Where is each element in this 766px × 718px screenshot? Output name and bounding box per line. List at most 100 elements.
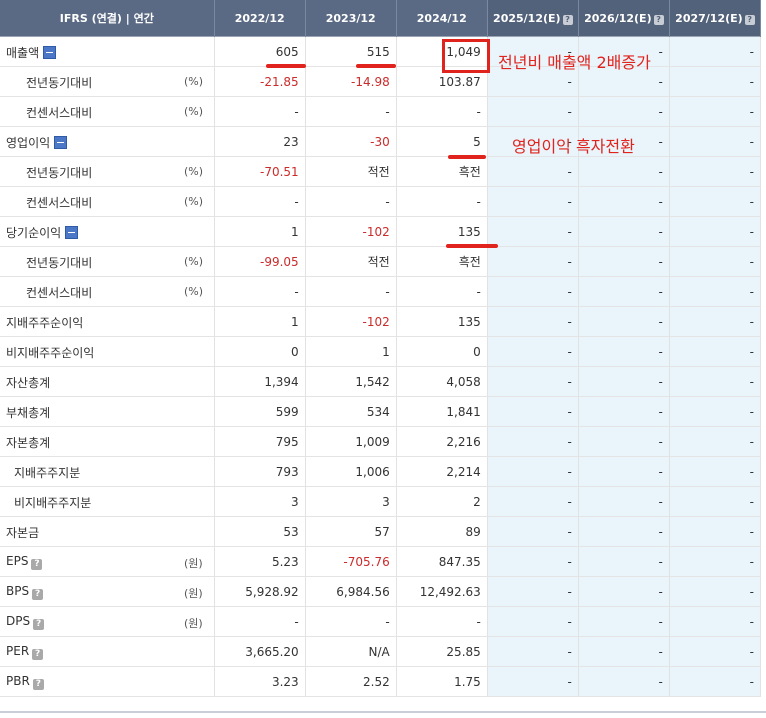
estimate-cell: - — [487, 276, 579, 307]
row-label-text: PER — [6, 644, 30, 658]
value-cell: 599 — [214, 396, 306, 427]
value-cell: 57 — [305, 516, 397, 547]
value-cell: - — [396, 606, 488, 637]
estimate-cell: - — [669, 546, 762, 577]
row-label-text: 컨센서스대비 — [26, 196, 93, 210]
table-row: 지배주주순이익 1 -102 135- - - — [0, 306, 762, 337]
value-cell: -21.85 — [214, 66, 306, 97]
collapse-toggle-icon[interactable] — [65, 226, 79, 239]
value-cell: 135 — [396, 216, 488, 247]
estimate-cell: - — [487, 96, 579, 127]
row-label: 컨센서스대비 — [26, 104, 92, 121]
estimate-cell: - — [669, 336, 762, 367]
question-icon[interactable]: ? — [32, 649, 44, 660]
value-cell: 3,665.20 — [214, 636, 306, 667]
estimate-cell: - — [669, 366, 762, 397]
row-label-text: 부채총계 — [6, 406, 51, 420]
row-unit: (원) — [184, 587, 203, 600]
collapse-toggle-icon[interactable] — [43, 46, 57, 59]
value-cell: 적전 — [305, 246, 397, 277]
value-cell: 적전 — [305, 156, 397, 187]
row-label-text: DPS — [6, 614, 31, 628]
estimate-cell: - — [578, 216, 670, 247]
row-label-cell: BPS? (원) — [0, 576, 215, 607]
row-label-text: 지배주주지분 — [14, 466, 81, 480]
table-row: 컨센서스대비 (%) - - - - - - — [0, 96, 762, 127]
question-icon[interactable]: ? — [653, 14, 664, 25]
table-row: 자본총계 795 1,009 2,216- - - — [0, 426, 762, 457]
collapse-toggle-icon[interactable] — [54, 136, 68, 149]
question-icon[interactable]: ? — [562, 14, 573, 25]
annotation-revenue-note: 전년비 매출액 2배증가 — [498, 53, 651, 72]
estimate-cell: - — [578, 576, 670, 607]
row-unit: (원) — [184, 557, 203, 570]
row-unit: (%) — [184, 255, 204, 268]
question-icon[interactable]: ? — [32, 589, 44, 600]
row-label: 컨센서스대비 — [26, 284, 92, 301]
estimate-cell: - — [578, 96, 670, 127]
row-label: 자본금 — [6, 524, 39, 541]
value-cell: 1,009 — [305, 426, 397, 457]
question-icon[interactable]: ? — [744, 14, 755, 25]
estimate-cell: - — [669, 666, 762, 697]
estimate-cell: - — [578, 396, 670, 427]
estimate-cell: - — [578, 486, 670, 517]
row-label-cell: 부채총계 — [0, 396, 215, 427]
question-icon[interactable]: ? — [33, 619, 45, 630]
estimate-cell: - — [578, 516, 670, 547]
row-label: 자산총계 — [6, 374, 50, 391]
header-estimate-label: 2027/12(E) — [675, 11, 743, 25]
row-label-text: 자본총계 — [6, 436, 51, 450]
estimate-cell: - — [487, 366, 579, 397]
header-year-2023: 2023/12 — [305, 0, 397, 37]
question-icon[interactable]: ? — [31, 559, 43, 570]
value-cell: 3 — [214, 486, 306, 517]
estimate-cell: - — [669, 516, 762, 547]
table-row: 지배주주지분 793 1,006 2,214- - - — [0, 456, 762, 487]
value-cell: 12,492.63 — [396, 576, 488, 607]
value-cell: 1,006 — [305, 456, 397, 487]
value-cell: 1.75 — [396, 666, 488, 697]
estimate-cell: - — [487, 666, 579, 697]
value-cell: - — [305, 276, 397, 307]
value-cell: 0 — [214, 336, 306, 367]
estimate-cell: - — [578, 456, 670, 487]
value-cell: 605 — [214, 36, 306, 67]
estimate-cell: - — [578, 186, 670, 217]
row-label-cell: 자본금 — [0, 516, 215, 547]
value-cell: - — [214, 186, 306, 217]
value-cell: 0 — [396, 336, 488, 367]
annotation-op-income-note: 영업이익 흑자전환 — [512, 137, 635, 156]
table-row: 컨센서스대비 (%) - - - - - - — [0, 276, 762, 307]
question-icon[interactable]: ? — [32, 679, 44, 690]
bottom-divider — [0, 711, 766, 713]
table-row: PBR? 3.23 2.52 1.75- - - — [0, 666, 762, 697]
row-label: 매출액 — [6, 44, 57, 61]
table-row: 비지배주주지분 3 3 2- - - — [0, 486, 762, 517]
row-label-cell: 전년동기대비 (%) — [0, 156, 215, 187]
estimate-cell: - — [487, 246, 579, 277]
estimate-cell: - — [578, 276, 670, 307]
row-label: 당기순이익 — [6, 224, 79, 241]
table-row: 영업이익 23 -30 5- - - — [0, 126, 762, 157]
value-cell: - — [214, 276, 306, 307]
value-cell: 5.23 — [214, 546, 306, 577]
estimate-cell: - — [669, 96, 762, 127]
row-label-cell: 전년동기대비 (%) — [0, 66, 215, 97]
row-unit: (%) — [184, 165, 204, 178]
value-cell: 흑전 — [396, 246, 488, 277]
estimate-cell: - — [669, 276, 762, 307]
table-body: 매출액 605 515 1,049- - - 전년동기대비 (%) -21.85 -14.98 10… — [0, 36, 762, 697]
financial-summary-panel: IFRS (연결) | 연간 2022/12 2023/12 2024/12 2… — [0, 0, 766, 697]
estimate-cell: - — [487, 516, 579, 547]
estimate-cell: - — [578, 156, 670, 187]
row-label-text: BPS — [6, 584, 30, 598]
estimate-cell: - — [669, 456, 762, 487]
annotation-underline — [448, 155, 486, 159]
row-label-text: 비지배주주지분 — [14, 496, 92, 510]
value-cell: - — [214, 606, 306, 637]
value-cell: 4,058 — [396, 366, 488, 397]
row-label-cell: 매출액 — [0, 36, 215, 67]
estimate-cell: - — [578, 336, 670, 367]
header-ifrs-label: IFRS (연결) | 연간 — [0, 0, 215, 37]
